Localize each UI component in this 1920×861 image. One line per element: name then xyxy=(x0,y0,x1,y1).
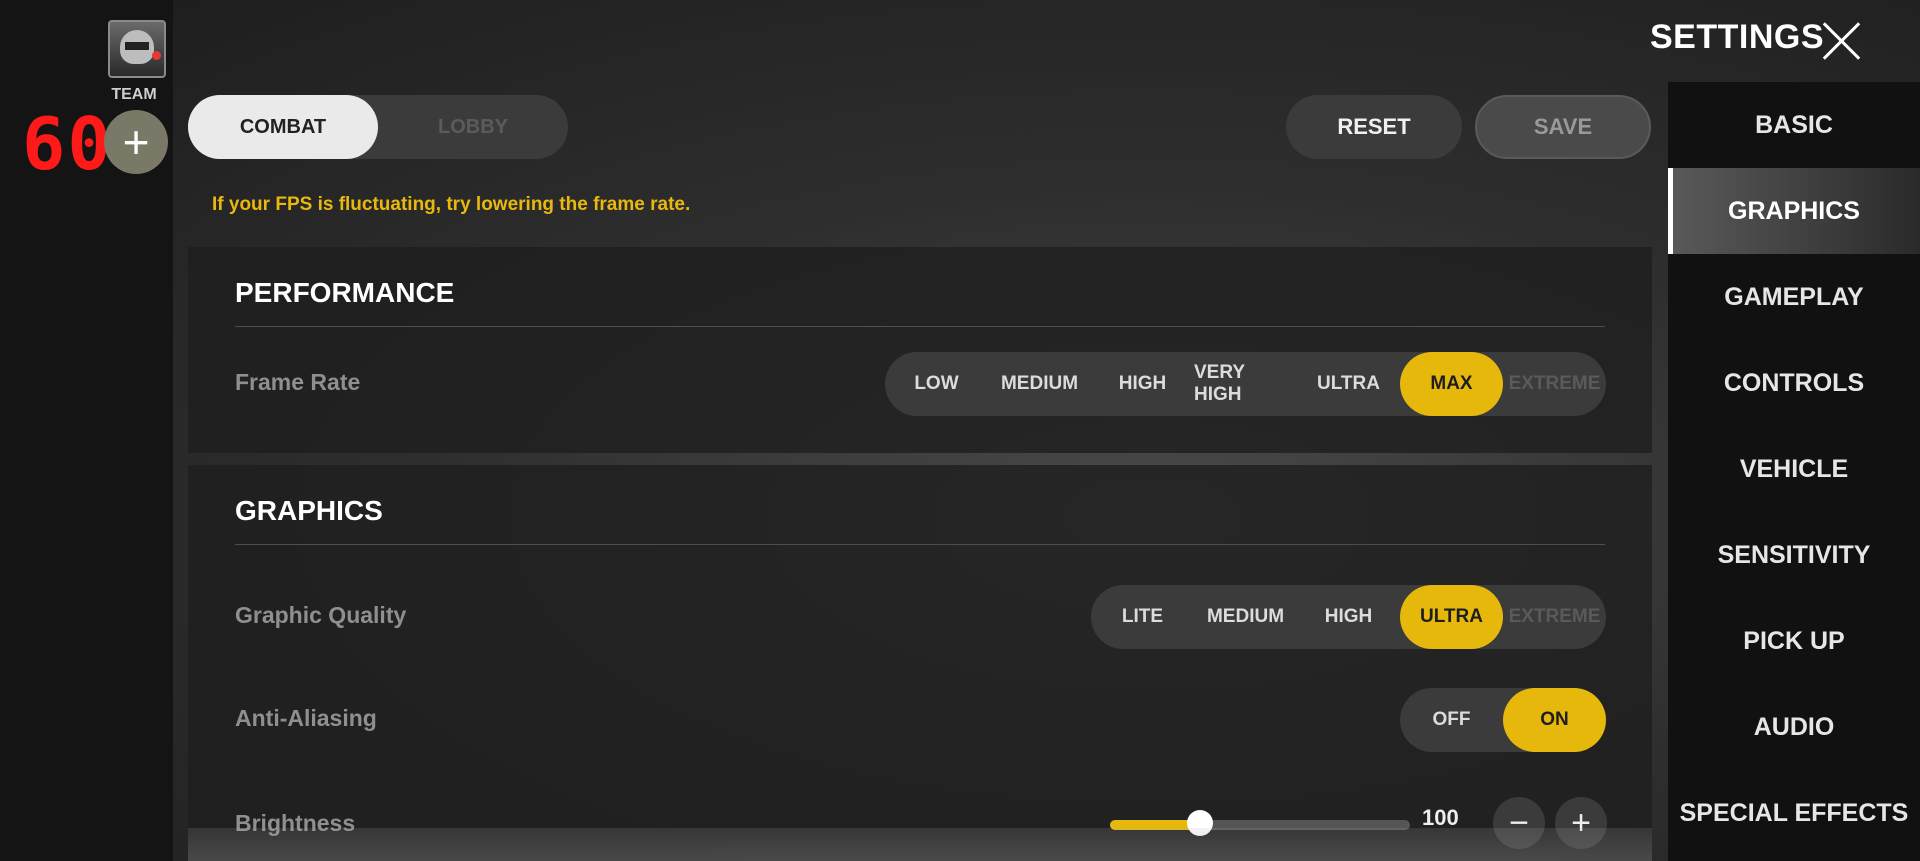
page-title: SETTINGS xyxy=(1650,18,1825,56)
anti-aliasing-label: Anti-Aliasing xyxy=(235,705,377,731)
option-high[interactable]: HIGH xyxy=(1297,585,1400,649)
performance-panel: PERFORMANCE Frame Rate LOW MEDIUM HIGH VERY… xyxy=(188,247,1652,453)
sidebar-item-gameplay[interactable]: GAMEPLAY xyxy=(1668,254,1920,340)
graphics-panel: GRAPHICS Graphic Quality LITE MEDIUM HIGH U… xyxy=(188,465,1652,861)
sidebar-item-controls[interactable]: CONTROLS xyxy=(1668,340,1920,426)
tab-lobby[interactable]: LOBBY xyxy=(378,95,568,159)
close-icon[interactable] xyxy=(1820,20,1862,62)
sidebar-item-vehicle[interactable]: VEHICLE xyxy=(1668,426,1920,512)
divider xyxy=(235,544,1605,545)
section-title: GRAPHICS xyxy=(235,495,383,526)
bottom-fade xyxy=(188,828,1652,861)
graphic-quality-label: Graphic Quality xyxy=(235,602,407,628)
option-low[interactable]: LOW xyxy=(885,352,988,416)
add-teammate-button[interactable]: + xyxy=(104,110,168,174)
fps-hint: If your FPS is fluctuating, try lowering… xyxy=(212,194,691,215)
option-extreme[interactable]: EXTREME xyxy=(1503,585,1606,649)
settings-sidebar: BASIC GRAPHICS GAMEPLAY CONTROLS VEHICLE SENS… xyxy=(1668,82,1920,861)
fps-counter: 60 xyxy=(22,102,113,186)
status-dot xyxy=(152,51,161,60)
save-button[interactable]: SAVE xyxy=(1475,95,1651,159)
visor-shape xyxy=(125,42,149,50)
option-extreme[interactable]: EXTREME xyxy=(1503,352,1606,416)
sidebar-item-basic[interactable]: BASIC xyxy=(1668,82,1920,168)
frame-rate-label: Frame Rate xyxy=(235,369,361,395)
option-off[interactable]: OFF xyxy=(1400,688,1503,752)
frame-rate-selector: LOW MEDIUM HIGH VERY HIGH ULTRA MAX EXTREME xyxy=(885,352,1606,416)
player-avatar[interactable] xyxy=(108,20,166,78)
graphic-quality-selector: LITE MEDIUM HIGH ULTRA EXTREME xyxy=(1091,585,1606,649)
sidebar-item-pick-up[interactable]: PICK UP xyxy=(1668,598,1920,684)
option-very-high[interactable]: VERY HIGH xyxy=(1194,352,1297,416)
team-label: TEAM xyxy=(111,86,157,103)
option-max[interactable]: MAX xyxy=(1400,352,1503,416)
mode-toggle: COMBAT LOBBY xyxy=(188,95,568,159)
option-on[interactable]: ON xyxy=(1503,688,1606,752)
sidebar-item-sensitivity[interactable]: SENSITIVITY xyxy=(1668,512,1920,598)
divider xyxy=(235,326,1605,327)
option-ultra[interactable]: ULTRA xyxy=(1400,585,1503,649)
sidebar-item-special-effects[interactable]: SPECIAL EFFECTS xyxy=(1668,770,1920,856)
option-medium[interactable]: MEDIUM xyxy=(1194,585,1297,649)
sidebar-item-graphics[interactable]: GRAPHICS xyxy=(1668,168,1920,254)
section-title: PERFORMANCE xyxy=(235,277,455,308)
reset-button[interactable]: RESET xyxy=(1286,95,1462,159)
option-lite[interactable]: LITE xyxy=(1091,585,1194,649)
option-ultra[interactable]: ULTRA xyxy=(1297,352,1400,416)
tab-combat[interactable]: COMBAT xyxy=(188,95,378,159)
sidebar-item-audio[interactable]: AUDIO xyxy=(1668,684,1920,770)
option-medium[interactable]: MEDIUM xyxy=(988,352,1091,416)
option-high[interactable]: HIGH xyxy=(1091,352,1194,416)
anti-aliasing-toggle: OFF ON xyxy=(1400,688,1606,752)
plus-icon: + xyxy=(122,116,150,168)
